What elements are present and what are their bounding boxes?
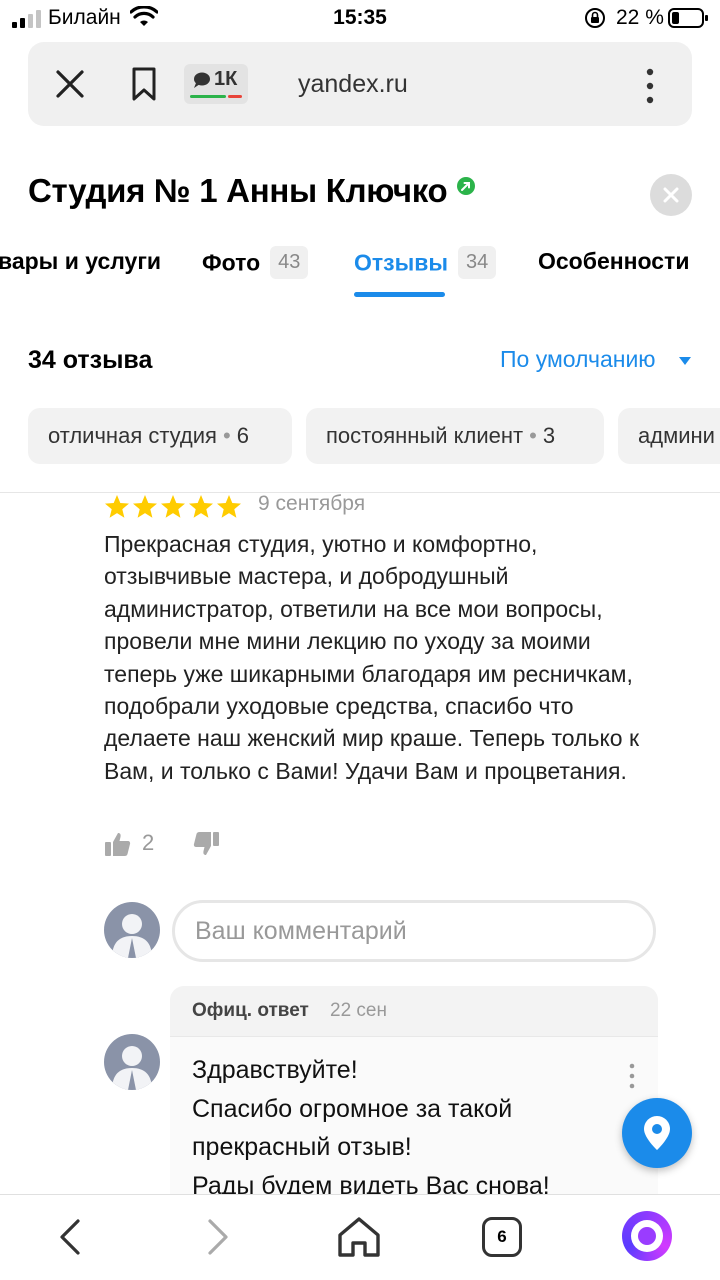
reply-line: прекрасный отзыв! xyxy=(192,1133,412,1161)
like-count: 2 xyxy=(142,830,155,855)
tab-goods-services[interactable]: вары и услуги xyxy=(0,248,161,275)
active-tab-indicator xyxy=(354,292,445,297)
sort-dropdown[interactable]: По умолчанию xyxy=(500,346,656,373)
avatar xyxy=(104,902,160,958)
battery-percent: 22 % xyxy=(616,6,664,29)
bookmark-icon[interactable] xyxy=(130,66,158,102)
badge-positive-bar xyxy=(190,95,226,98)
tab-label: Особенности xyxy=(538,248,690,274)
filter-chip[interactable]: админи xyxy=(618,408,720,464)
tabs-count-button[interactable]: 6 xyxy=(482,1217,522,1257)
back-icon[interactable] xyxy=(56,1217,84,1257)
reply-line: Здравствуйте! xyxy=(192,1056,358,1084)
battery-icon xyxy=(668,8,708,28)
chip-label: отличная студия xyxy=(48,423,217,448)
reply-line: Спасибо огромное за такой xyxy=(192,1094,513,1123)
close-icon[interactable] xyxy=(52,66,88,102)
star-icon xyxy=(189,495,213,518)
chip-count: 3 xyxy=(542,423,556,448)
tab-label: Фото xyxy=(202,249,261,276)
chat-bubble-icon xyxy=(194,72,210,88)
url-domain[interactable]: yandex.ru xyxy=(298,70,408,99)
official-reply-date: 22 сен xyxy=(330,1000,387,1021)
browser-bottom-nav: 6 xyxy=(0,1194,720,1280)
verified-owner-icon xyxy=(457,177,475,195)
avatar xyxy=(104,1034,160,1090)
badge-negative-bar xyxy=(228,95,242,98)
tab-count: 34 xyxy=(458,246,497,279)
official-reply: Офиц. ответ 22 сен Здравствуйте! Спасибо… xyxy=(170,986,658,1226)
tab-label: Отзывы xyxy=(354,249,449,276)
filter-chip[interactable]: постоянный клиент • 3 xyxy=(306,408,604,464)
reviews-count: 34 отзыва xyxy=(28,346,153,374)
more-vertical-icon[interactable] xyxy=(628,1063,636,1089)
chip-label: админи xyxy=(638,423,715,448)
status-bar: Билайн 15:35 22 % xyxy=(0,0,720,38)
alice-core xyxy=(638,1227,656,1245)
official-reply-label: Офиц. ответ xyxy=(192,1000,309,1021)
user-silhouette-icon xyxy=(112,1046,152,1090)
browser-address-bar: 1К yandex.ru xyxy=(28,42,692,126)
star-icon xyxy=(161,495,185,518)
tab-reviews[interactable]: Отзывы 34 xyxy=(354,246,497,281)
tab-features[interactable]: Особенности xyxy=(538,248,689,275)
orientation-lock-icon xyxy=(585,8,605,28)
map-pin-icon xyxy=(644,1116,670,1150)
star-icon xyxy=(105,495,129,518)
clock: 15:35 xyxy=(333,6,387,29)
caret-down-icon[interactable] xyxy=(678,356,692,366)
close-panel-button[interactable] xyxy=(650,174,692,216)
rating-stars xyxy=(105,495,241,518)
comment-input[interactable]: Ваш комментарий xyxy=(172,900,656,962)
user-silhouette-icon xyxy=(112,914,152,958)
review-date: 9 сентября xyxy=(258,492,366,515)
thumbs-down-icon[interactable] xyxy=(192,830,220,858)
close-icon xyxy=(663,187,679,203)
comments-badge-count: 1К xyxy=(214,68,238,90)
chip-count: 6 xyxy=(236,423,249,448)
thumbs-up-icon[interactable] xyxy=(104,830,132,858)
forward-icon[interactable] xyxy=(204,1217,232,1257)
star-icon xyxy=(217,495,241,518)
home-icon[interactable] xyxy=(336,1215,382,1259)
comments-badge[interactable]: 1К xyxy=(184,64,248,104)
review-text: Прекрасная студия, уютно и комфортно, от… xyxy=(104,531,640,784)
alice-assistant-button[interactable] xyxy=(622,1211,672,1261)
star-icon xyxy=(133,495,157,518)
chip-label: постоянный клиент xyxy=(326,423,524,448)
tab-count: 43 xyxy=(270,246,309,279)
tab-photos[interactable]: Фото 43 xyxy=(202,246,309,281)
more-vertical-icon[interactable] xyxy=(640,66,660,106)
tab-label: вары и услуги xyxy=(0,248,162,274)
filter-chip[interactable]: отличная студия • 6 xyxy=(28,408,292,464)
official-reply-text: Здравствуйте! Спасибо огромное за такой … xyxy=(192,1051,622,1205)
map-button[interactable] xyxy=(622,1098,692,1168)
page-title: Студия № 1 Анны Ключко xyxy=(28,172,448,209)
